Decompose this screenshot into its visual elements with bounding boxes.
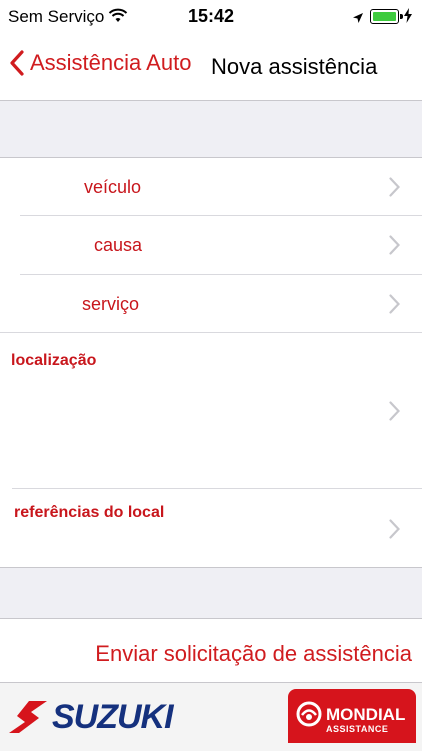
row-location-label: localização [11, 352, 97, 369]
row-cause[interactable]: causa [0, 216, 422, 275]
location-arrow-icon [352, 11, 364, 29]
row-vehicle-label: veículo [84, 177, 142, 197]
chevron-right-icon [389, 177, 400, 197]
footer: SUZUKI MONDIAL ASSISTANCE [0, 682, 422, 751]
chevron-right-icon [389, 294, 400, 314]
suzuki-brand: SUZUKI [52, 698, 174, 736]
charging-icon [404, 8, 412, 27]
chevron-right-icon [389, 235, 400, 255]
mondial-emblem-icon [296, 701, 322, 727]
row-location-references-label: referências do local [14, 504, 165, 521]
back-button[interactable]: Assistência Auto [10, 50, 191, 76]
status-bar: Sem Serviço 15:42 [0, 0, 422, 36]
mondial-brand-sub: ASSISTANCE [326, 724, 389, 734]
chevron-left-icon [10, 50, 24, 76]
row-service[interactable]: serviço [0, 275, 422, 333]
mondial-assistance-logo: MONDIAL ASSISTANCE [288, 689, 416, 743]
form-section: veículo causa serviço localização referê… [0, 157, 422, 568]
row-vehicle[interactable]: veículo [0, 158, 422, 216]
row-service-label: serviço [82, 294, 140, 314]
send-bar: Enviar solicitação de assistência [0, 618, 422, 683]
page-title: Nova assistência [211, 54, 378, 79]
navigation-bar: Assistência Auto Nova assistência [0, 36, 422, 101]
send-request-button[interactable]: Enviar solicitação de assistência [95, 641, 412, 667]
chevron-right-icon [389, 519, 400, 539]
back-button-label: Assistência Auto [30, 50, 192, 75]
chevron-right-icon [389, 401, 400, 421]
mondial-brand: MONDIAL [326, 705, 406, 724]
row-location[interactable]: localização [0, 333, 422, 489]
suzuki-logo-icon [9, 701, 47, 733]
battery-icon [370, 9, 403, 24]
row-cause-label: causa [94, 235, 143, 255]
row-location-references[interactable]: referências do local [0, 489, 422, 567]
